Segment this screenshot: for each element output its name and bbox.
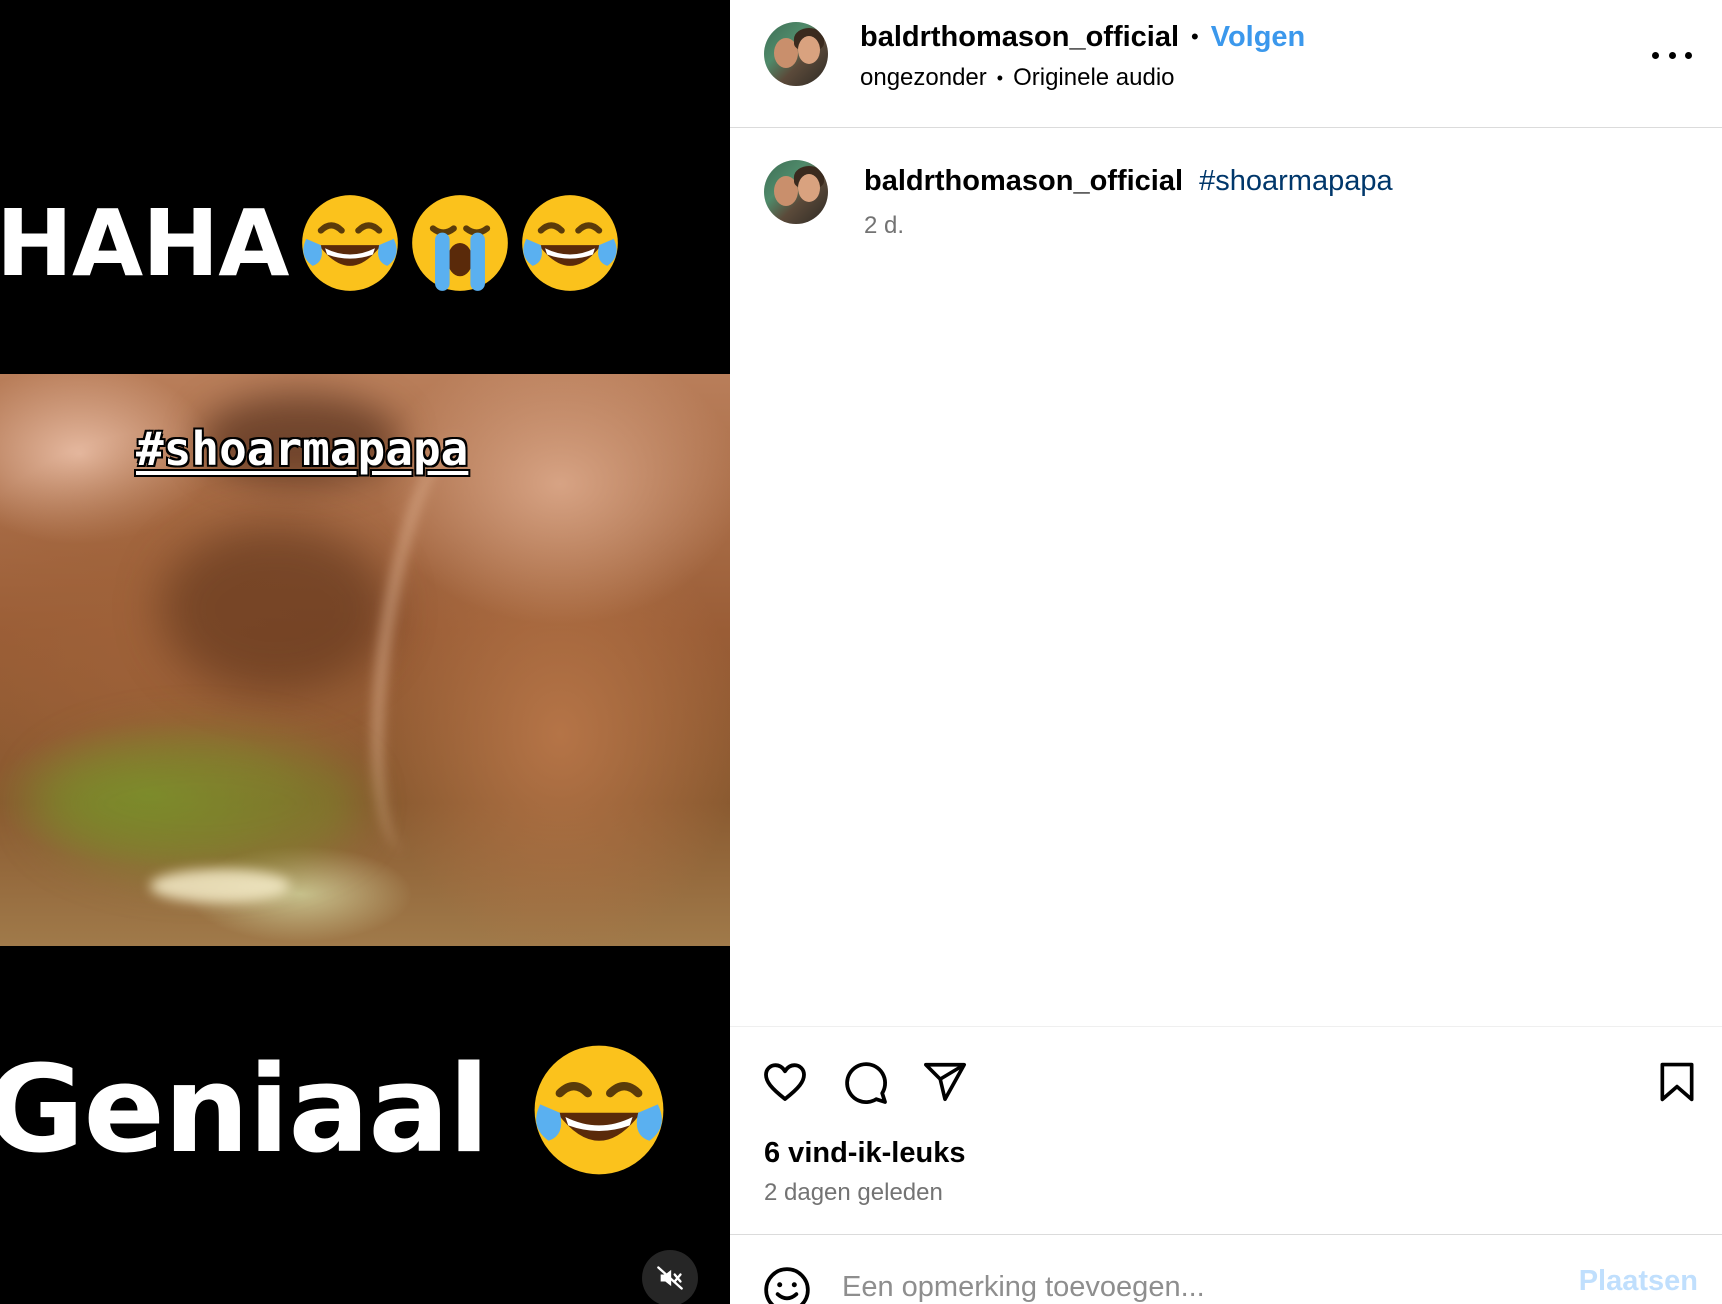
post-date[interactable]: 2 dagen geleden <box>764 1179 943 1207</box>
add-comment-bar: Plaatsen <box>730 1234 1722 1304</box>
share-button[interactable] <box>920 1057 970 1107</box>
smiley-icon <box>764 1267 810 1304</box>
post-header: baldrthomason_official • Volgen ongezond… <box>730 0 1722 128</box>
separator-dot: • <box>1191 24 1199 49</box>
bookmark-icon <box>1660 1062 1694 1102</box>
tears-of-joy-emoji <box>302 195 399 291</box>
paper-plane-icon <box>924 1062 966 1102</box>
emoji-picker-button[interactable] <box>762 1265 812 1304</box>
post-actions: 6 vind-ik-leuks 2 dagen geleden <box>730 1026 1722 1236</box>
save-button[interactable] <box>1652 1057 1702 1107</box>
follow-button[interactable]: Volgen <box>1211 21 1306 54</box>
comment-hashtag-link[interactable]: #shoarmapapa <box>1199 165 1392 197</box>
caption-top-emojis <box>298 191 622 295</box>
likes-count[interactable]: 6 vind-ik-leuks <box>764 1137 965 1170</box>
avatar[interactable] <box>764 22 828 86</box>
tears-of-joy-emoji <box>534 1045 663 1175</box>
caption-bottom-text: Geniaal <box>0 1040 490 1180</box>
video-top-band <box>0 0 730 374</box>
comment-button[interactable] <box>840 1057 890 1107</box>
header-text: baldrthomason_official • Volgen ongezond… <box>860 18 1305 92</box>
comment-input[interactable] <box>842 1265 1562 1304</box>
avatar[interactable] <box>764 160 828 224</box>
more-options-icon[interactable] <box>1652 40 1692 70</box>
header-username[interactable]: baldrthomason_official <box>860 21 1179 54</box>
separator-dot: • <box>996 67 1004 88</box>
comment-username[interactable]: baldrthomason_official <box>864 165 1183 197</box>
loudly-crying-emoji <box>412 195 509 291</box>
comment-timestamp[interactable]: 2 d. <box>864 212 1684 240</box>
header-subtitle-location[interactable]: ongezonder <box>860 64 987 92</box>
video-hashtag-overlay: #shoarmapapa <box>136 422 469 476</box>
post-comment-button[interactable]: Plaatsen <box>1579 1265 1698 1298</box>
comment-bubble-icon <box>845 1062 887 1104</box>
heart-icon <box>764 1063 806 1101</box>
video-player[interactable]: HAHA #shoarmapapa Geniaal <box>0 0 730 1304</box>
video-caption-top: HAHA <box>0 188 622 298</box>
post-panel: baldrthomason_official • Volgen ongezond… <box>730 0 1722 1304</box>
mute-button[interactable] <box>642 1250 698 1304</box>
tears-of-joy-emoji <box>522 195 619 291</box>
instagram-post: HAHA #shoarmapapa Geniaal baldrthomason_… <box>0 0 1722 1304</box>
video-caption-bottom: Geniaal <box>0 1040 669 1180</box>
like-button[interactable] <box>760 1057 810 1107</box>
speaker-muted-icon <box>657 1266 683 1290</box>
caption-top-text: HAHA <box>0 189 289 297</box>
header-audio-link[interactable]: Originele audio <box>1013 64 1174 92</box>
